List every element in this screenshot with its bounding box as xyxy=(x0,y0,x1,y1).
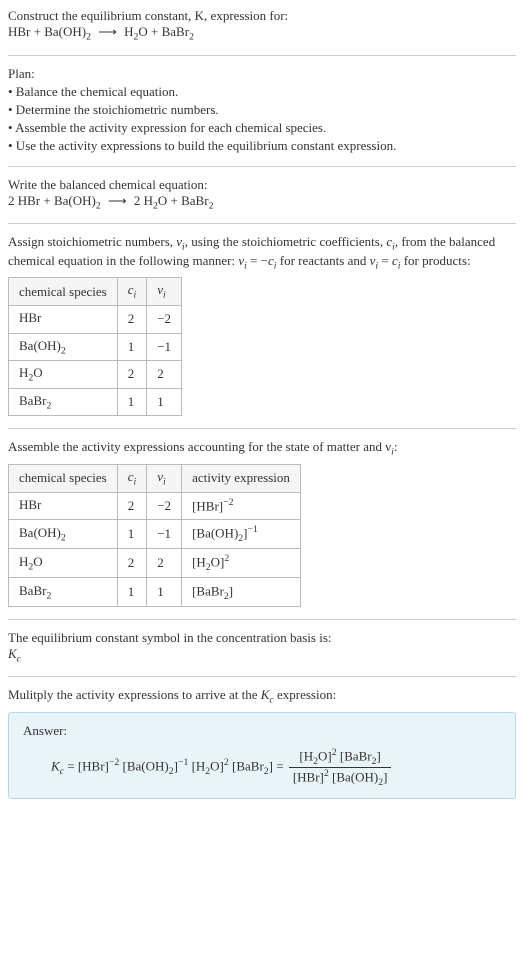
divider xyxy=(8,166,516,167)
symbol-kc: Kc xyxy=(8,646,516,665)
divider xyxy=(8,428,516,429)
prompt-line1: Construct the equilibrium constant, K, e… xyxy=(8,8,516,24)
divider xyxy=(8,55,516,56)
numerator: [H2O]2 [BaBr2] xyxy=(289,747,392,768)
denominator: [HBr]2 [Ba(OH)2] xyxy=(289,768,392,788)
table-header-row: chemical species ci νi xyxy=(9,278,182,306)
plan-item-4: • Use the activity expressions to build … xyxy=(8,138,516,154)
table-row: H2O 2 2 [H2O]2 xyxy=(9,549,301,578)
symbol-line1: The equilibrium constant symbol in the c… xyxy=(8,630,516,646)
col-ci: ci xyxy=(117,464,147,492)
prompt-equation: HBr + Ba(OH)2 ⟶ H2O + BaBr2 xyxy=(8,24,516,43)
table-row: HBr 2 −2 xyxy=(9,305,182,333)
plan-item-2: • Determine the stoichiometric numbers. xyxy=(8,102,516,118)
divider xyxy=(8,619,516,620)
answer-box: Answer: Kc = [HBr]−2 [Ba(OH)2]−1 [H2O]2 … xyxy=(8,712,516,799)
stoich-section: Assign stoichiometric numbers, νi, using… xyxy=(8,234,516,416)
prompt-text: Construct the equilibrium constant, K, e… xyxy=(8,8,288,23)
multiply-heading: Mulitply the activity expressions to arr… xyxy=(8,687,516,706)
table-row: BaBr2 1 1 xyxy=(9,388,182,416)
table-row: Ba(OH)2 1 −1 [Ba(OH)2]−1 xyxy=(9,520,301,549)
stoich-text: Assign stoichiometric numbers, νi, using… xyxy=(8,234,516,271)
divider xyxy=(8,223,516,224)
col-species: chemical species xyxy=(9,278,118,306)
col-activity: activity expression xyxy=(182,464,301,492)
multiply-section: Mulitply the activity expressions to arr… xyxy=(8,687,516,798)
prompt-section: Construct the equilibrium constant, K, e… xyxy=(8,8,516,43)
balanced-section: Write the balanced chemical equation: 2 … xyxy=(8,177,516,212)
table-row: Ba(OH)2 1 −1 xyxy=(9,333,182,361)
table-header-row: chemical species ci νi activity expressi… xyxy=(9,464,301,492)
table-row: BaBr2 1 1 [BaBr2] xyxy=(9,577,301,606)
activity-heading: Assemble the activity expressions accoun… xyxy=(8,439,516,458)
stoich-table: chemical species ci νi HBr 2 −2 Ba(OH)2 … xyxy=(8,277,182,416)
plan-item-1: • Balance the chemical equation. xyxy=(8,84,516,100)
col-ci: ci xyxy=(117,278,147,306)
divider xyxy=(8,676,516,677)
fraction: [H2O]2 [BaBr2] [HBr]2 [Ba(OH)2] xyxy=(289,747,392,788)
answer-label: Answer: xyxy=(23,723,501,739)
activity-section: Assemble the activity expressions accoun… xyxy=(8,439,516,607)
plan-heading: Plan: xyxy=(8,66,516,82)
answer-expression: Kc = [HBr]−2 [Ba(OH)2]−1 [H2O]2 [BaBr2] … xyxy=(23,747,501,788)
col-nui: νi xyxy=(147,278,182,306)
plan-item-3: • Assemble the activity expression for e… xyxy=(8,120,516,136)
col-species: chemical species xyxy=(9,464,118,492)
col-nui: νi xyxy=(147,464,182,492)
plan-section: Plan: • Balance the chemical equation. •… xyxy=(8,66,516,154)
symbol-section: The equilibrium constant symbol in the c… xyxy=(8,630,516,665)
table-row: HBr 2 −2 [HBr]−2 xyxy=(9,492,301,520)
balanced-heading: Write the balanced chemical equation: xyxy=(8,177,516,193)
table-row: H2O 2 2 xyxy=(9,361,182,389)
activity-table: chemical species ci νi activity expressi… xyxy=(8,464,301,607)
balanced-equation: 2 HBr + Ba(OH)2 ⟶ 2 H2O + BaBr2 xyxy=(8,193,516,212)
